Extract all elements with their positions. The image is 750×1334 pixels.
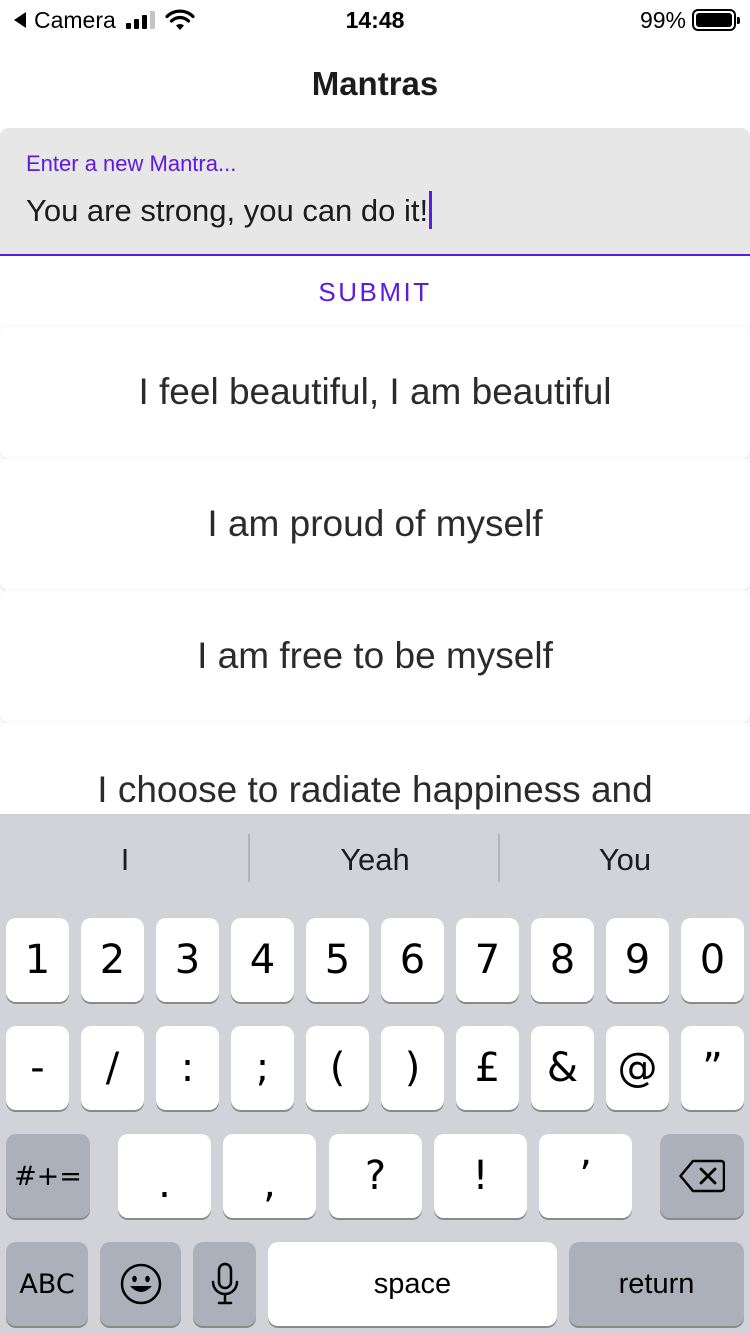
key-3[interactable]: 3 [156, 918, 219, 1002]
mantra-card[interactable]: I feel beautiful, I am beautiful [0, 326, 750, 458]
key-slash[interactable]: / [81, 1026, 144, 1110]
key-period-label: . [158, 1161, 171, 1207]
battery-icon [692, 9, 740, 31]
suggestion-1[interactable]: I [0, 836, 250, 884]
key-1[interactable]: 1 [6, 918, 69, 1002]
mantra-card[interactable]: I am proud of myself [0, 458, 750, 590]
mantra-text: I am proud of myself [207, 503, 543, 544]
key-exclamation[interactable]: ! [434, 1134, 527, 1218]
mantra-input-value[interactable]: You are strong, you can do it! [26, 191, 433, 231]
status-bar: Camera 14:48 99% [0, 0, 750, 40]
backspace-icon [679, 1159, 725, 1193]
status-time: 14:48 [345, 7, 405, 33]
key-more-symbols[interactable]: #+= [6, 1134, 90, 1218]
key-semicolon[interactable]: ; [231, 1026, 294, 1110]
microphone-icon [211, 1262, 238, 1305]
key-close-paren[interactable]: ) [381, 1026, 444, 1110]
mantra-text: I choose to radiate happiness and [97, 769, 653, 810]
key-comma[interactable]: , [223, 1134, 316, 1218]
key-open-paren[interactable]: ( [306, 1026, 369, 1110]
key-abc[interactable]: ABC [6, 1242, 88, 1326]
emoji-key[interactable] [100, 1242, 181, 1326]
key-6[interactable]: 6 [381, 918, 444, 1002]
page-title: Mantras [311, 65, 439, 102]
battery-status: 99% [639, 6, 740, 34]
key-4[interactable]: 4 [231, 918, 294, 1002]
emoji-icon [120, 1263, 161, 1305]
key-colon[interactable]: : [156, 1026, 219, 1110]
space-key[interactable]: space [268, 1242, 557, 1326]
key-0[interactable]: 0 [681, 918, 744, 1002]
key-apostrophe[interactable]: ’ [539, 1134, 632, 1218]
key-hyphen[interactable]: - [6, 1026, 69, 1110]
submit-button[interactable]: SUBMIT [0, 270, 750, 314]
mantra-text: I am free to be myself [197, 635, 553, 676]
key-question[interactable]: ? [329, 1134, 422, 1218]
key-quote[interactable]: ” [681, 1026, 744, 1110]
mantra-input-text: You are strong, you can do it! [26, 193, 429, 228]
battery-percent: 99% [639, 6, 686, 33]
key-5[interactable]: 5 [306, 918, 369, 1002]
mantra-text: I feel beautiful, I am beautiful [138, 371, 612, 412]
suggestion-3[interactable]: You [500, 836, 750, 884]
suggestion-2[interactable]: Yeah [250, 836, 500, 884]
key-period[interactable]: . [118, 1134, 211, 1218]
dictation-key[interactable] [193, 1242, 256, 1326]
key-at[interactable]: @ [606, 1026, 669, 1110]
key-ampersand[interactable]: & [531, 1026, 594, 1110]
text-caret [429, 191, 433, 229]
return-key[interactable]: return [569, 1242, 744, 1326]
mantra-card[interactable]: I am free to be myself [0, 590, 750, 722]
key-2[interactable]: 2 [81, 918, 144, 1002]
key-8[interactable]: 8 [531, 918, 594, 1002]
key-pound[interactable]: £ [456, 1026, 519, 1110]
key-comma-label: , [263, 1161, 276, 1207]
backspace-key[interactable] [660, 1134, 744, 1218]
mantra-input-label: Enter a new Mantra... [26, 151, 237, 176]
key-7[interactable]: 7 [456, 918, 519, 1002]
key-9[interactable]: 9 [606, 918, 669, 1002]
